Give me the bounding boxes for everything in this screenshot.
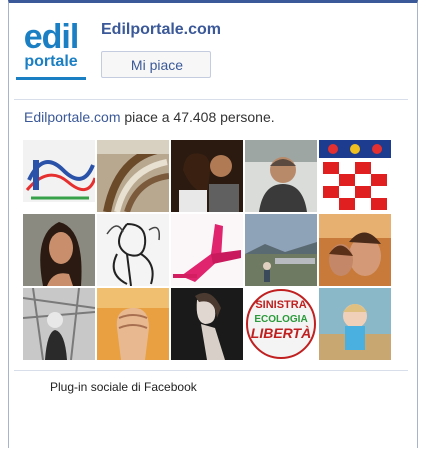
like-button[interactable]: Mi piace [101, 51, 211, 78]
fan-count-text: piace a 47.408 persone. [120, 109, 275, 125]
fan-avatar[interactable] [23, 288, 95, 360]
divider [14, 370, 408, 371]
fan-avatar[interactable] [319, 288, 391, 360]
svg-text:SINISTRA: SINISTRA [255, 299, 306, 311]
fan-avatar[interactable] [245, 140, 317, 212]
fan-faces-grid: SINISTRA ECOLOGIA LIBERTÀ [23, 140, 391, 360]
logo-text-bottom: portale [24, 53, 78, 70]
svg-text:LIBERTÀ: LIBERTÀ [251, 325, 311, 341]
fan-count: Edilportale.com piace a 47.408 persone. [24, 109, 275, 125]
fan-avatar[interactable] [245, 214, 317, 286]
fan-avatar[interactable] [171, 140, 243, 212]
like-button-label: Mi piace [130, 57, 184, 73]
logo-underline [16, 77, 86, 80]
fan-count-page-link[interactable]: Edilportale.com [24, 109, 121, 125]
logo-text-top: edil [23, 18, 80, 56]
divider [14, 99, 408, 100]
fan-avatar[interactable] [171, 288, 243, 360]
fan-avatar[interactable] [319, 214, 391, 286]
svg-text:ECOLOGIA: ECOLOGIA [254, 314, 307, 325]
fan-avatar[interactable] [319, 140, 391, 212]
page-name-link[interactable]: Edilportale.com [101, 21, 221, 39]
fan-avatar[interactable] [23, 214, 95, 286]
edilportale-logo[interactable]: edil portale [14, 18, 88, 82]
fan-avatar[interactable] [171, 214, 243, 286]
fan-avatar[interactable] [97, 288, 169, 360]
fan-avatar[interactable]: SINISTRA ECOLOGIA LIBERTÀ [245, 288, 317, 360]
fan-avatar[interactable] [97, 214, 169, 286]
page-header: edil portale Edilportale.com Mi piace [14, 18, 404, 84]
fan-avatar[interactable] [97, 140, 169, 212]
fan-avatar[interactable] [23, 140, 95, 212]
facebook-plugin-footer[interactable]: Plug-in sociale di Facebook [50, 380, 197, 394]
